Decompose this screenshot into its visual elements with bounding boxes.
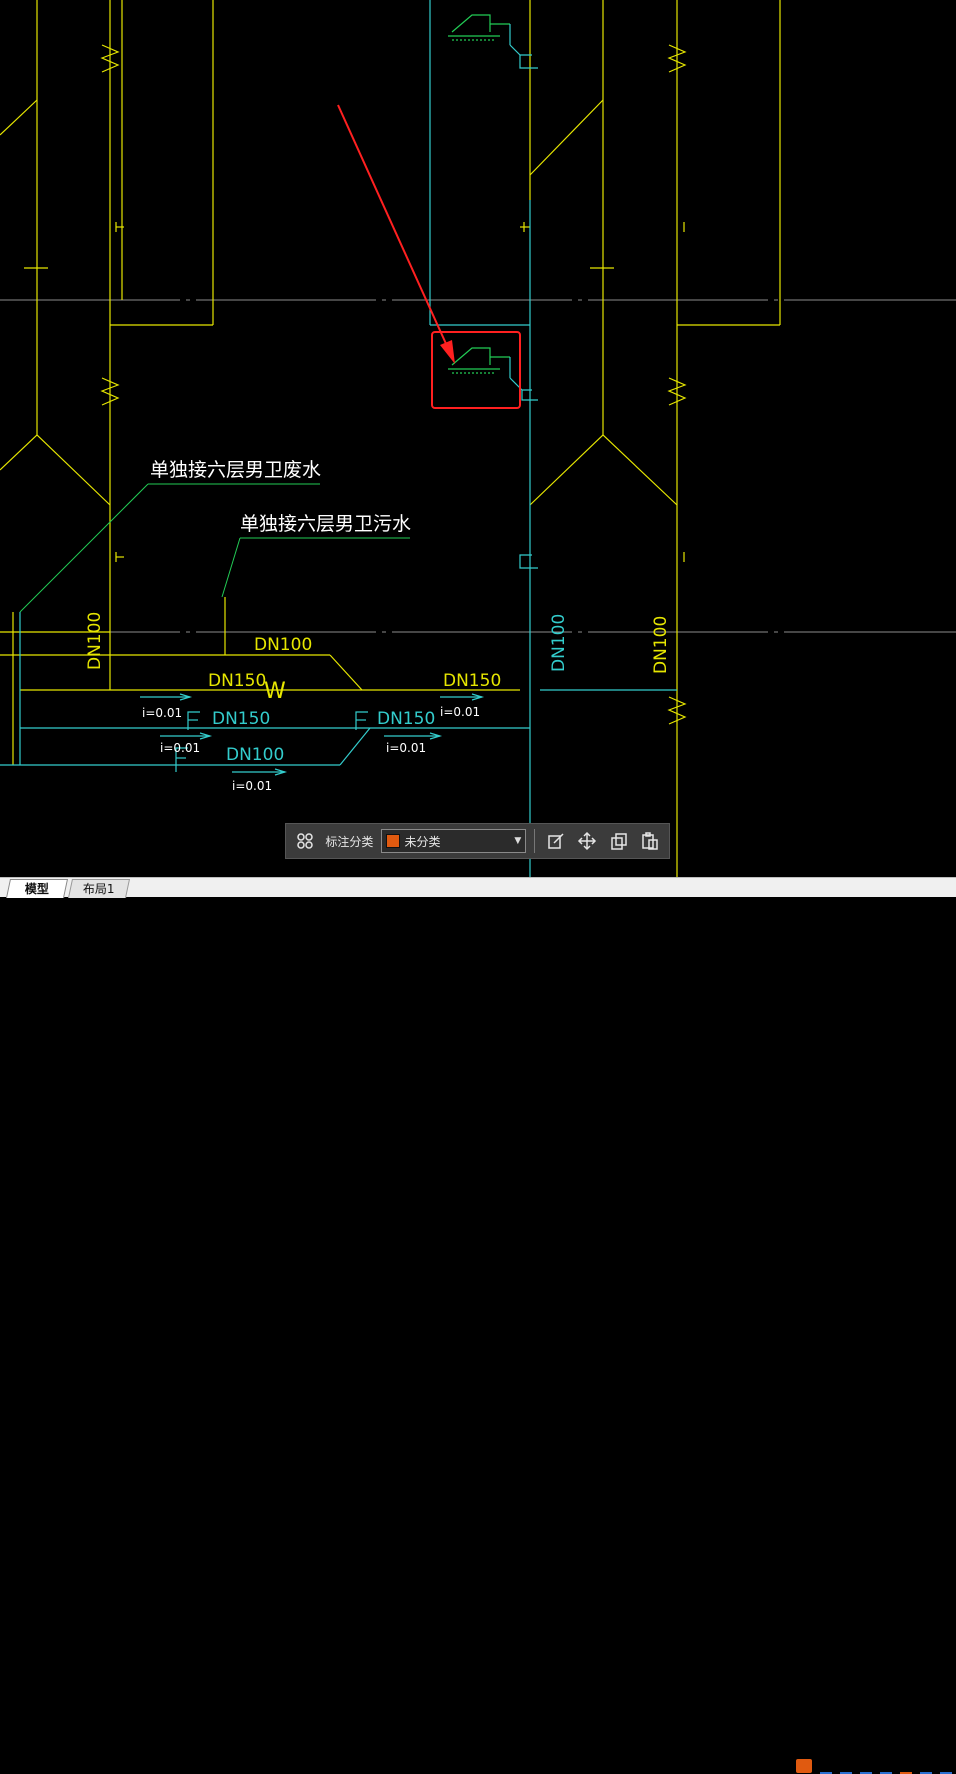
- grid-axes: [0, 299, 956, 633]
- tab-layout1-label: 布局1: [83, 882, 115, 896]
- slope-label-3: i=0.01: [386, 741, 426, 755]
- pipe-label-dn100-bottom: DN100: [226, 745, 284, 765]
- leader-lines: [19, 483, 410, 613]
- tray-icon-6[interactable]: [920, 1758, 932, 1774]
- move-button[interactable]: [575, 828, 600, 854]
- cad-drawing-canvas[interactable]: 单独接六层男卫废水 单独接六层男卫污水 DN100 DN150 DN150 W …: [0, 0, 956, 877]
- pipe-label-dn150-right: DN150: [443, 671, 501, 691]
- label-waste-water: 单独接六层男卫废水: [150, 459, 321, 481]
- paste-icon: [642, 832, 659, 850]
- pipe-label-dn150-left: DN150: [208, 671, 266, 691]
- copy-button[interactable]: [606, 828, 631, 854]
- tray-icon-1[interactable]: [820, 1758, 832, 1774]
- layout-tab-bar: 模型 布局1: [0, 877, 956, 1774]
- tab-model[interactable]: 模型: [5, 879, 69, 898]
- marker-w: W: [264, 679, 286, 704]
- category-select[interactable]: 未分类 ▼: [381, 829, 527, 853]
- label-sewage-water: 单独接六层男卫污水: [240, 513, 411, 535]
- toolbar-divider: [534, 829, 536, 853]
- pipe-label-dn150-mid1: DN150: [212, 709, 270, 729]
- pipe-label-dn100-right-vertical: DN100: [651, 616, 671, 674]
- slope-label-4: i=0.01: [232, 779, 272, 793]
- pointer-arrow: [337, 104, 453, 358]
- tray-icon-3[interactable]: [860, 1758, 872, 1774]
- move-icon: [578, 831, 597, 851]
- tray-icon-5[interactable]: [900, 1758, 912, 1774]
- slope-label-2: i=0.01: [160, 741, 200, 755]
- pipe-label-dn100-left-vertical: DN100: [85, 612, 105, 670]
- fixture-symbol-selected: [448, 347, 523, 391]
- pipe-label-dn100-top: DN100: [254, 635, 312, 655]
- category-color-swatch: [386, 834, 401, 848]
- tray-icon-2[interactable]: [840, 1758, 852, 1774]
- tab-model-label: 模型: [24, 882, 49, 896]
- app-logo-icon: [796, 1759, 812, 1773]
- category-value: 未分类: [404, 834, 441, 849]
- edit-button[interactable]: [543, 828, 568, 854]
- tray-icon-7[interactable]: [940, 1758, 952, 1774]
- cyan-pipes: [0, 0, 677, 877]
- tab-layout1[interactable]: 布局1: [67, 879, 131, 898]
- fixture-symbol-top: [448, 14, 521, 56]
- tray-icon-4[interactable]: [880, 1758, 892, 1774]
- paste-button[interactable]: [638, 828, 663, 854]
- view-grid-button[interactable]: [292, 828, 317, 854]
- slope-label-1: i=0.01: [142, 706, 182, 720]
- view-grid-icon: [296, 833, 313, 849]
- category-label: 标注分类: [325, 834, 374, 849]
- pipe-label-dn150-mid2: DN150: [377, 709, 435, 729]
- chevron-down-icon: ▼: [514, 836, 522, 846]
- copy-icon: [611, 833, 627, 850]
- pointer-arrowhead: [440, 340, 455, 364]
- annotation-toolbar: 标注分类 未分类 ▼: [285, 823, 670, 859]
- system-tray: [796, 1758, 952, 1774]
- slope-label-5: i=0.01: [440, 705, 480, 719]
- edit-icon: [548, 833, 564, 849]
- pipe-label-dn100-center-vertical: DN100: [549, 614, 569, 672]
